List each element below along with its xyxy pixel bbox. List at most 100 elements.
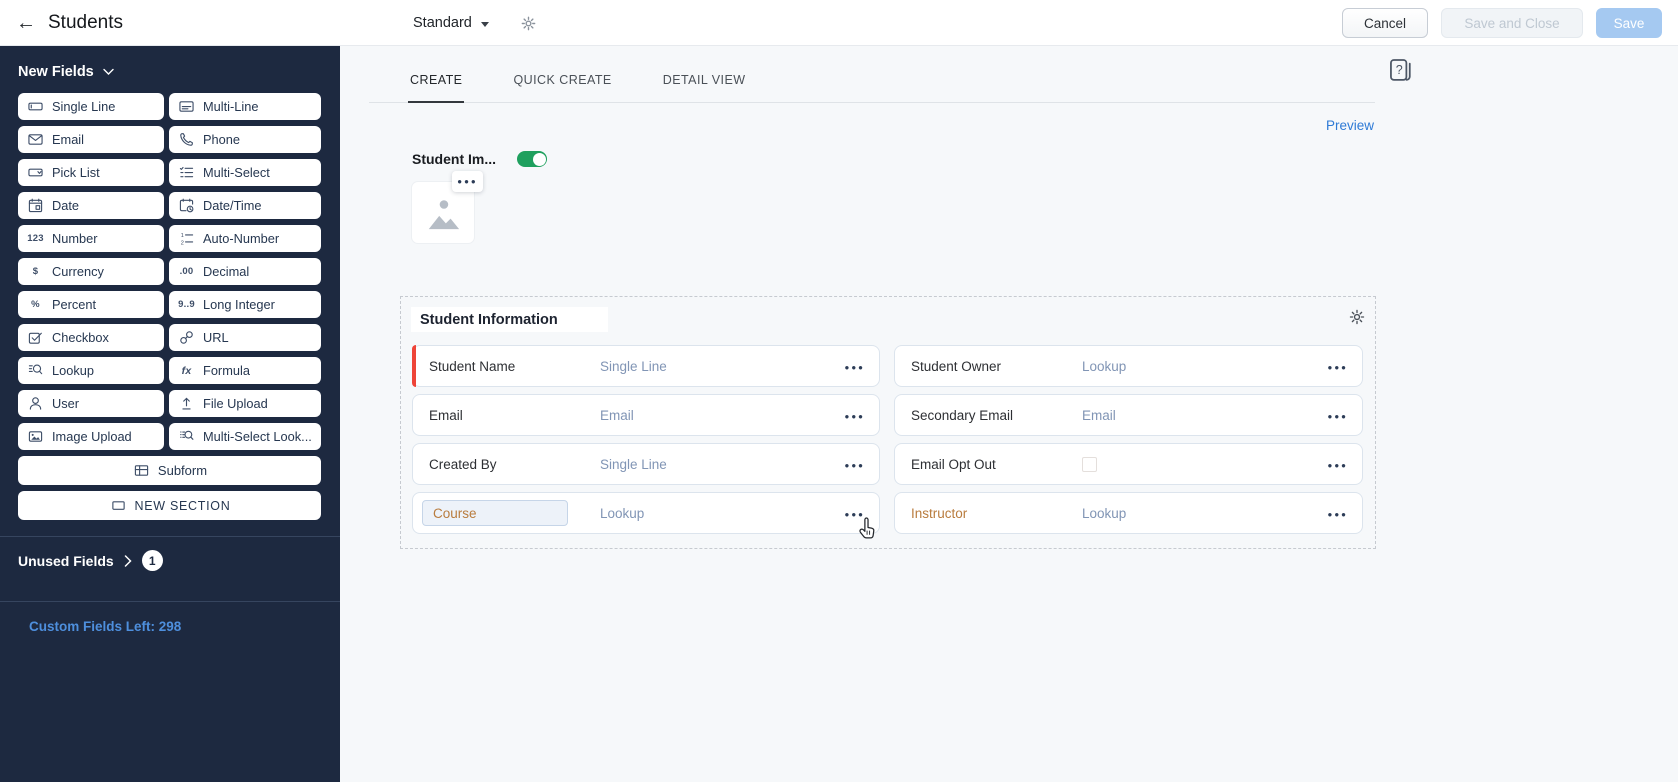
field-type-button-email[interactable]: Email [18, 126, 164, 153]
tab-quick-create[interactable]: QUICK CREATE [513, 73, 611, 102]
new-fields-header[interactable]: New Fields [18, 64, 321, 80]
field-menu-button[interactable]: ●●● [840, 401, 871, 429]
field-type-button-new-section[interactable]: NEW SECTION [18, 491, 321, 520]
field-type-placeholder: Lookup [600, 505, 645, 521]
field-type-button-phone[interactable]: Phone [169, 126, 321, 153]
phone-icon [177, 132, 196, 147]
field-card-email[interactable]: Email Email ●●● [412, 394, 880, 436]
back-arrow-icon[interactable]: ← [16, 13, 36, 33]
field-menu-button[interactable]: ●●● [1323, 450, 1354, 478]
field-type-label: Phone [203, 132, 241, 147]
field-type-button-multi-select[interactable]: Multi-Select [169, 159, 321, 186]
ellipsis-icon: ●●● [457, 176, 478, 186]
field-type-placeholder: Lookup [1082, 505, 1127, 521]
field-type-button-decimal[interactable]: .00 Decimal [169, 258, 321, 285]
email-opt-out-checkbox[interactable] [1082, 456, 1097, 472]
field-type-placeholder: Email [1082, 407, 1116, 423]
field-card-secondary-email[interactable]: Secondary Email Email ●●● [894, 394, 1363, 436]
field-type-button-date[interactable]: Date [18, 192, 164, 219]
field-type-button-user[interactable]: User [18, 390, 164, 417]
unused-fields-label: Unused Fields [18, 552, 114, 569]
field-type-button-multi-line[interactable]: Multi-Line [169, 93, 321, 120]
percent-icon: % [31, 299, 40, 310]
field-type-button-currency[interactable]: $ Currency [18, 258, 164, 285]
user-icon [26, 396, 45, 411]
field-menu-button[interactable]: ●●● [840, 450, 871, 478]
field-type-label: Number [52, 231, 98, 246]
number-icon: 123 [27, 233, 44, 244]
field-type-label: User [52, 396, 80, 411]
help-doc-icon[interactable]: ? [1388, 56, 1413, 91]
field-card-email-opt-out[interactable]: Email Opt Out ●●● [894, 443, 1363, 485]
image-menu-button[interactable]: ●●● [452, 171, 483, 192]
field-card-student-owner[interactable]: Student Owner Lookup ●●● [894, 345, 1363, 387]
email-icon [26, 132, 45, 147]
field-menu-button[interactable]: ●●● [1323, 352, 1354, 380]
subform-icon [132, 463, 151, 478]
multi-line-icon [177, 99, 196, 114]
field-card-student-name[interactable]: Student Name Single Line ●●● [412, 345, 880, 387]
layout-canvas: CREATE QUICK CREATE DETAIL VIEW ? Preview … [340, 46, 1678, 782]
field-menu-button[interactable]: ●●● [840, 499, 871, 527]
field-type-button-multi-select-look[interactable]: Multi-Select Look... [169, 423, 321, 450]
gear-icon[interactable] [520, 15, 537, 32]
custom-fields-left-text: Custom Fields Left: 298 [29, 619, 182, 634]
field-type-button-file-upload[interactable]: File Upload [169, 390, 321, 417]
section-gear-icon[interactable] [1348, 308, 1366, 331]
field-type-label: Date/Time [203, 198, 262, 213]
field-type-button-formula[interactable]: fx Formula [169, 357, 321, 384]
caret-down-icon[interactable] [480, 21, 489, 27]
field-type-label: Long Integer [203, 297, 275, 312]
field-type-label: Formula [203, 363, 250, 378]
save-button[interactable]: Save [1596, 8, 1662, 38]
field-type-button-checkbox[interactable]: Checkbox [18, 324, 164, 351]
field-type-button-percent[interactable]: % Percent [18, 291, 164, 318]
layout-selector[interactable]: Standard [413, 15, 472, 31]
field-type-button-image-upload[interactable]: Image Upload [18, 423, 164, 450]
page-title: Students [48, 12, 123, 33]
field-label: Email [429, 407, 463, 423]
tab-create[interactable]: CREATE [407, 73, 465, 103]
section-title[interactable]: Student Information [411, 307, 608, 332]
new-fields-label: New Fields [18, 64, 94, 80]
field-type-label: Multi-Select [203, 165, 270, 180]
field-type-button-auto-number[interactable]: 1 2 Auto-Number [169, 225, 321, 252]
image-placeholder[interactable]: ●●● [412, 171, 483, 243]
field-menu-button[interactable]: ●●● [1323, 401, 1354, 429]
checkbox-icon [26, 330, 45, 345]
student-image-field: Student Im... ●●● [412, 151, 547, 243]
decimal-icon: .00 [179, 266, 194, 277]
field-type-placeholder: Single Line [600, 358, 667, 374]
field-type-button-number[interactable]: 123 Number [18, 225, 164, 252]
lookup-icon [26, 363, 45, 378]
field-label-input[interactable]: Course [422, 500, 568, 526]
field-type-button-subform[interactable]: Subform [18, 456, 321, 485]
student-image-toggle[interactable] [517, 151, 547, 167]
field-buttons-grid: Single Line Multi-Line Email Phone Pick List… [18, 93, 321, 520]
field-type-placeholder: Single Line [600, 456, 667, 472]
field-type-button-long-integer[interactable]: 9..9 Long Integer [169, 291, 321, 318]
field-card-course[interactable]: Course Lookup ●●● [412, 492, 880, 534]
field-type-button-single-line[interactable]: Single Line [18, 93, 164, 120]
save-and-close-button[interactable]: Save and Close [1441, 8, 1583, 38]
unused-fields-count-badge: 1 [141, 550, 163, 571]
field-type-button-lookup[interactable]: Lookup [18, 357, 164, 384]
unused-fields-row[interactable]: Unused Fields 1 [18, 537, 321, 585]
field-type-label: Lookup [52, 363, 94, 378]
field-type-button-pick-list[interactable]: Pick List [18, 159, 164, 186]
file-upload-icon [177, 396, 196, 411]
field-type-button-date-time[interactable]: Date/Time [169, 192, 321, 219]
svg-text:?: ? [1396, 63, 1403, 77]
field-card-instructor[interactable]: Instructor Lookup ●●● [894, 492, 1363, 534]
top-header: ← Students Standard Cancel Save and Clos… [0, 0, 1678, 46]
field-type-button-url[interactable]: URL [169, 324, 321, 351]
field-card-created-by[interactable]: Created By Single Line ●●● [412, 443, 880, 485]
cancel-button[interactable]: Cancel [1342, 8, 1428, 38]
field-menu-button[interactable]: ●●● [840, 352, 871, 380]
layout-tabs: CREATE QUICK CREATE DETAIL VIEW [369, 46, 1375, 103]
tab-detail-view[interactable]: DETAIL VIEW [663, 73, 746, 102]
preview-link[interactable]: Preview [1326, 118, 1374, 133]
field-menu-button[interactable]: ●●● [1323, 499, 1354, 527]
field-type-label: Pick List [52, 165, 100, 180]
fields-grid: Student Name Single Line ●●● Student Owner L… [412, 345, 1363, 534]
